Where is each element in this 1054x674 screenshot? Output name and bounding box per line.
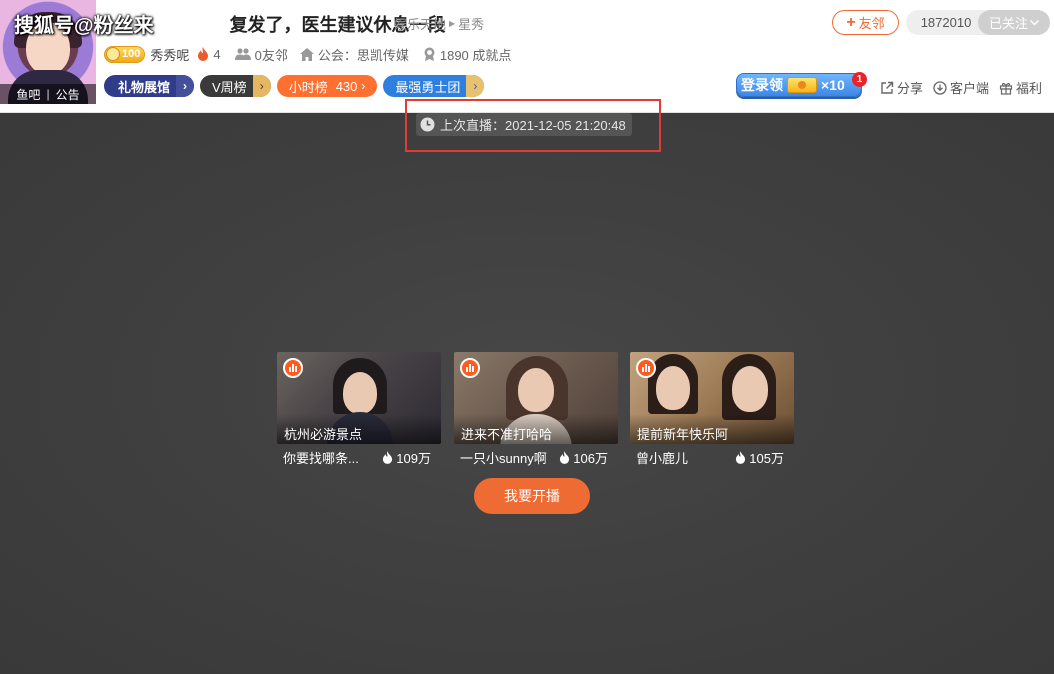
heat-info: 4: [197, 46, 221, 62]
recommended-stream-card[interactable]: 提前新年快乐阿 曾小鹿儿 105万: [630, 352, 794, 470]
live-indicator-icon: [636, 358, 656, 378]
heat-value: 4: [213, 46, 221, 62]
stream-thumbnail-title: 进来不准打哈哈: [454, 414, 618, 444]
download-icon: [933, 80, 947, 95]
ticket-icon: [787, 77, 817, 93]
level-value: 100: [122, 48, 141, 60]
start-streaming-button[interactable]: 我要开播: [474, 478, 590, 514]
share-icon: [881, 81, 894, 94]
stream-heat: 106万: [559, 448, 608, 467]
avatar-link-separator: |: [46, 87, 50, 101]
plus-icon: +: [846, 13, 856, 31]
chevron-down-icon: [1030, 19, 1039, 26]
category-parent-link[interactable]: 娱乐天地: [394, 14, 446, 33]
level-badge[interactable]: 100: [104, 45, 146, 63]
chevron-right-icon: ▶: [449, 19, 456, 28]
stream-card-info: 曾小鹿儿 105万: [630, 444, 794, 470]
hour-rank-tag[interactable]: 小时榜 430 ›: [276, 75, 378, 97]
chevron-right-icon: ›: [361, 79, 366, 93]
add-friend-label: 友邻: [858, 16, 885, 31]
client-label: 客户端: [950, 81, 990, 96]
stream-thumbnail[interactable]: 提前新年快乐阿: [630, 352, 794, 444]
live-indicator-icon: [283, 358, 303, 378]
achievement-points: 1890 成就点: [439, 47, 512, 63]
brave-team-label: 最强勇士团: [395, 79, 461, 95]
header-actions: 分享 客户端 福利: [880, 78, 1042, 97]
fire-icon: [736, 450, 746, 464]
follower-count: 1872010: [920, 15, 972, 30]
welfare-button[interactable]: 福利: [999, 78, 1042, 97]
followed-button[interactable]: 已关注: [978, 10, 1050, 35]
people-icon: [234, 48, 251, 60]
follow-widget: 1872010 已关注: [906, 10, 1050, 35]
share-label: 分享: [897, 81, 924, 96]
login-reward-button[interactable]: 登录领 ×10: [736, 73, 862, 97]
room-tags: 礼物展馆 › V周榜 › 小时榜 430 › 最强勇士团 ›: [104, 74, 485, 98]
guild-info[interactable]: 公会：思凯传媒: [299, 45, 409, 64]
recommended-stream-card[interactable]: 进来不准打哈哈 一只小sunny啊 106万: [454, 352, 618, 470]
guild-name: 公会：思凯传媒: [317, 47, 409, 63]
brave-team-tag[interactable]: 最强勇士团 ›: [383, 75, 485, 97]
stream-heat: 105万: [735, 448, 784, 467]
hour-rank-label: 小时榜: [288, 79, 328, 95]
share-button[interactable]: 分享: [880, 78, 923, 97]
recommended-stream-card[interactable]: 杭州必游景点 你要找哪条... 109万: [277, 352, 441, 470]
chevron-right-icon: ›: [252, 75, 271, 97]
fire-icon: [383, 450, 393, 464]
stream-heat-value: 106万: [573, 450, 608, 466]
room-header: 鱼吧 | 公告 搜狐号@粉丝来 搜狐号@粉丝来复发了，医生建议休息一段 娱乐天地…: [0, 0, 1054, 113]
stream-thumbnail-title: 杭州必游景点: [277, 414, 441, 444]
stream-thumbnail-title: 提前新年快乐阿: [630, 414, 794, 444]
v-week-rank-tag[interactable]: V周榜 ›: [200, 75, 271, 97]
login-reward-label: 登录领: [741, 77, 783, 93]
login-reward-multiplier: ×10: [821, 77, 845, 93]
stream-heat: 109万: [382, 448, 431, 467]
coin-icon: [106, 47, 120, 61]
stream-heat-value: 109万: [396, 450, 431, 466]
clock-icon: [420, 117, 435, 132]
stream-thumbnail[interactable]: 进来不准打哈哈: [454, 352, 618, 444]
gift-hall-label: 礼物展馆: [118, 79, 171, 95]
friends-info[interactable]: 0友邻: [234, 45, 288, 64]
v-week-label: V周榜: [212, 79, 247, 95]
stream-heat-value: 105万: [749, 450, 784, 466]
home-icon: [299, 47, 314, 61]
chevron-right-icon: ›: [466, 75, 485, 97]
fish-bar-link[interactable]: 鱼吧: [16, 86, 40, 103]
followed-label: 已关注: [988, 16, 1028, 31]
notification-badge: 1: [852, 72, 867, 87]
client-download-button[interactable]: 客户端: [933, 78, 989, 97]
category-child-link[interactable]: 星秀: [458, 14, 484, 33]
gift-icon: [999, 82, 1013, 95]
friends-count: 0友邻: [254, 47, 288, 63]
medal-icon: [424, 47, 435, 61]
fire-icon: [560, 450, 570, 464]
room-category: 娱乐天地 ▶ 星秀: [394, 14, 484, 33]
gift-hall-tag[interactable]: 礼物展馆 ›: [104, 75, 195, 97]
hour-rank-value: 430: [335, 78, 358, 94]
streamer-name: 你要找哪条...: [283, 450, 359, 466]
streamer-meta: 100 秀秀呢 4 0友邻 公会：思凯传媒 1890 成就点: [104, 44, 511, 64]
avatar-links: 鱼吧 | 公告: [0, 84, 96, 104]
welfare-label: 福利: [1016, 81, 1043, 96]
stream-card-info: 你要找哪条... 109万: [277, 444, 441, 470]
last-live-text: 上次直播：2021-12-05 21:20:48: [440, 118, 626, 133]
streamer-nickname: 秀秀呢: [150, 47, 190, 63]
fire-icon: [198, 47, 209, 61]
add-friend-button[interactable]: + 友邻: [832, 10, 899, 35]
announcement-link[interactable]: 公告: [56, 86, 80, 103]
stream-card-info: 一只小sunny啊 106万: [454, 444, 618, 470]
watermark: 搜狐号@粉丝来: [14, 15, 154, 37]
achievement-info[interactable]: 1890 成就点: [423, 45, 512, 64]
streamer-name: 一只小sunny啊: [460, 450, 547, 466]
live-indicator-icon: [460, 358, 480, 378]
stream-thumbnail[interactable]: 杭州必游景点: [277, 352, 441, 444]
streamer-name: 曾小鹿儿: [636, 450, 689, 466]
last-live-time: 上次直播：2021-12-05 21:20:48: [416, 113, 632, 136]
chevron-right-icon: ›: [176, 75, 195, 97]
